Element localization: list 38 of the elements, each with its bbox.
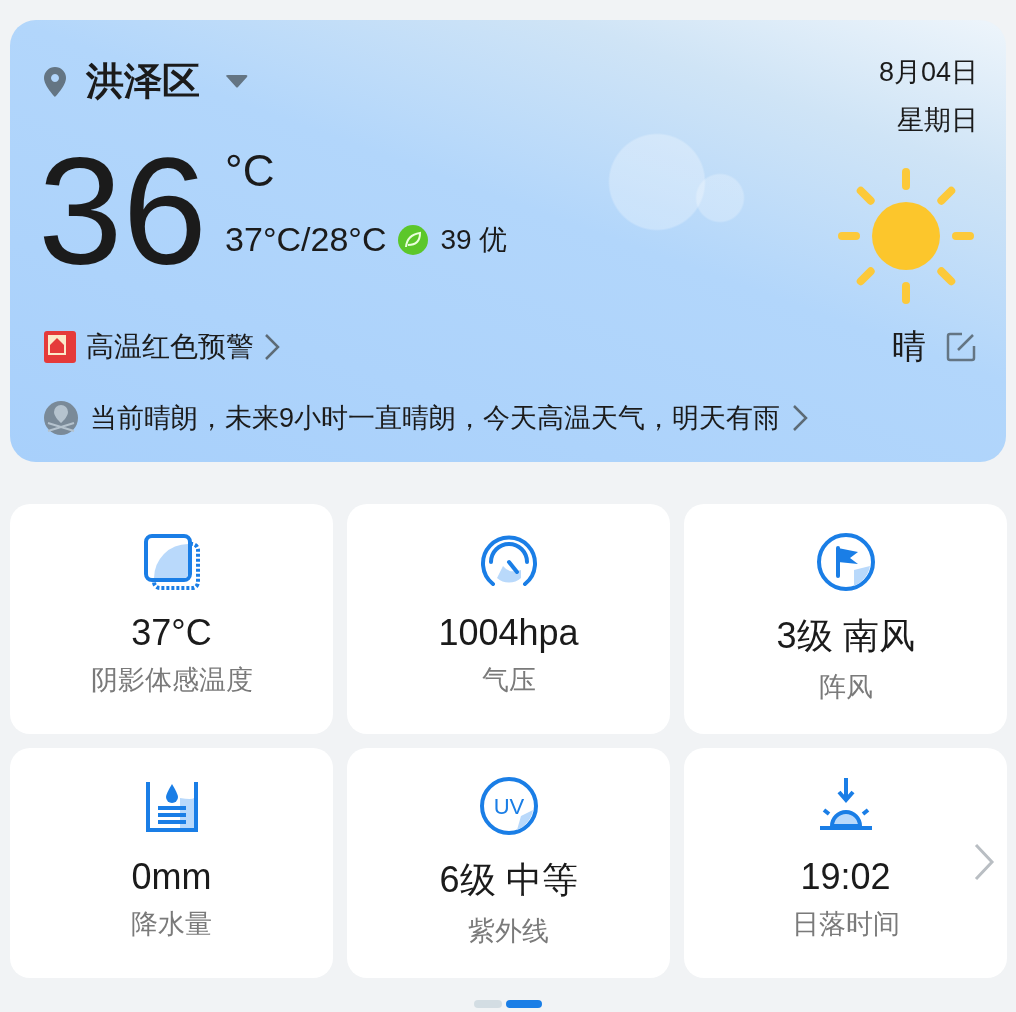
air-quality[interactable]: 39 优 xyxy=(440,220,508,259)
detail-value: 0mm xyxy=(131,856,212,898)
weather-condition: 晴 xyxy=(892,326,926,367)
dropdown-icon[interactable] xyxy=(226,74,248,89)
weather-detail-card[interactable]: UV 6级 中等 紫外线 xyxy=(347,748,670,978)
detail-value: 1004hpa xyxy=(438,612,579,654)
detail-label: 日落时间 xyxy=(791,908,900,941)
detail-value: 19:02 xyxy=(800,856,891,898)
location-name[interactable]: 洪泽区 xyxy=(86,56,200,107)
chevron-right-icon[interactable] xyxy=(264,333,280,361)
weather-detail-card[interactable]: 37°C 阴影体感温度 xyxy=(10,504,333,734)
location-marker-icon xyxy=(44,401,78,435)
detail-label: 紫外线 xyxy=(468,915,549,948)
leaf-icon xyxy=(398,224,429,255)
detail-label: 阵风 xyxy=(818,671,873,704)
edit-icon[interactable] xyxy=(946,332,976,362)
sun-icon xyxy=(838,168,974,304)
weather-detail-card[interactable]: 0mm 降水量 xyxy=(10,748,333,978)
detail-value: 37°C xyxy=(131,612,212,654)
detail-label: 气压 xyxy=(481,664,536,697)
date: 8月04日 xyxy=(878,56,978,89)
current-temperature: 36 xyxy=(38,136,208,286)
weather-detail-card[interactable]: 19:02 日落时间 xyxy=(684,748,1007,978)
chevron-right-icon[interactable] xyxy=(792,404,809,432)
weather-detail-card[interactable]: 1004hpa 气压 xyxy=(347,504,670,734)
detail-label: 阴影体感温度 xyxy=(90,664,253,697)
temperature-range: 37°C/28°C xyxy=(225,220,387,259)
chevron-right-icon[interactable] xyxy=(973,842,995,882)
weekday: 星期日 xyxy=(897,104,978,137)
forecast-summary[interactable]: 当前晴朗，未来9小时一直晴朗，今天高温天气，明天有雨 xyxy=(90,400,781,436)
warning-icon xyxy=(44,331,76,363)
weather-detail-card[interactable]: 3级 南风 阵风 xyxy=(684,504,1007,734)
detail-value: 6级 中等 xyxy=(439,858,578,902)
temperature-unit: °C xyxy=(225,146,276,196)
alert-text[interactable]: 高温红色预警 xyxy=(86,328,254,366)
detail-value: 3级 南风 xyxy=(776,614,915,658)
location-pin-icon xyxy=(44,66,66,97)
detail-label: 降水量 xyxy=(131,908,212,941)
